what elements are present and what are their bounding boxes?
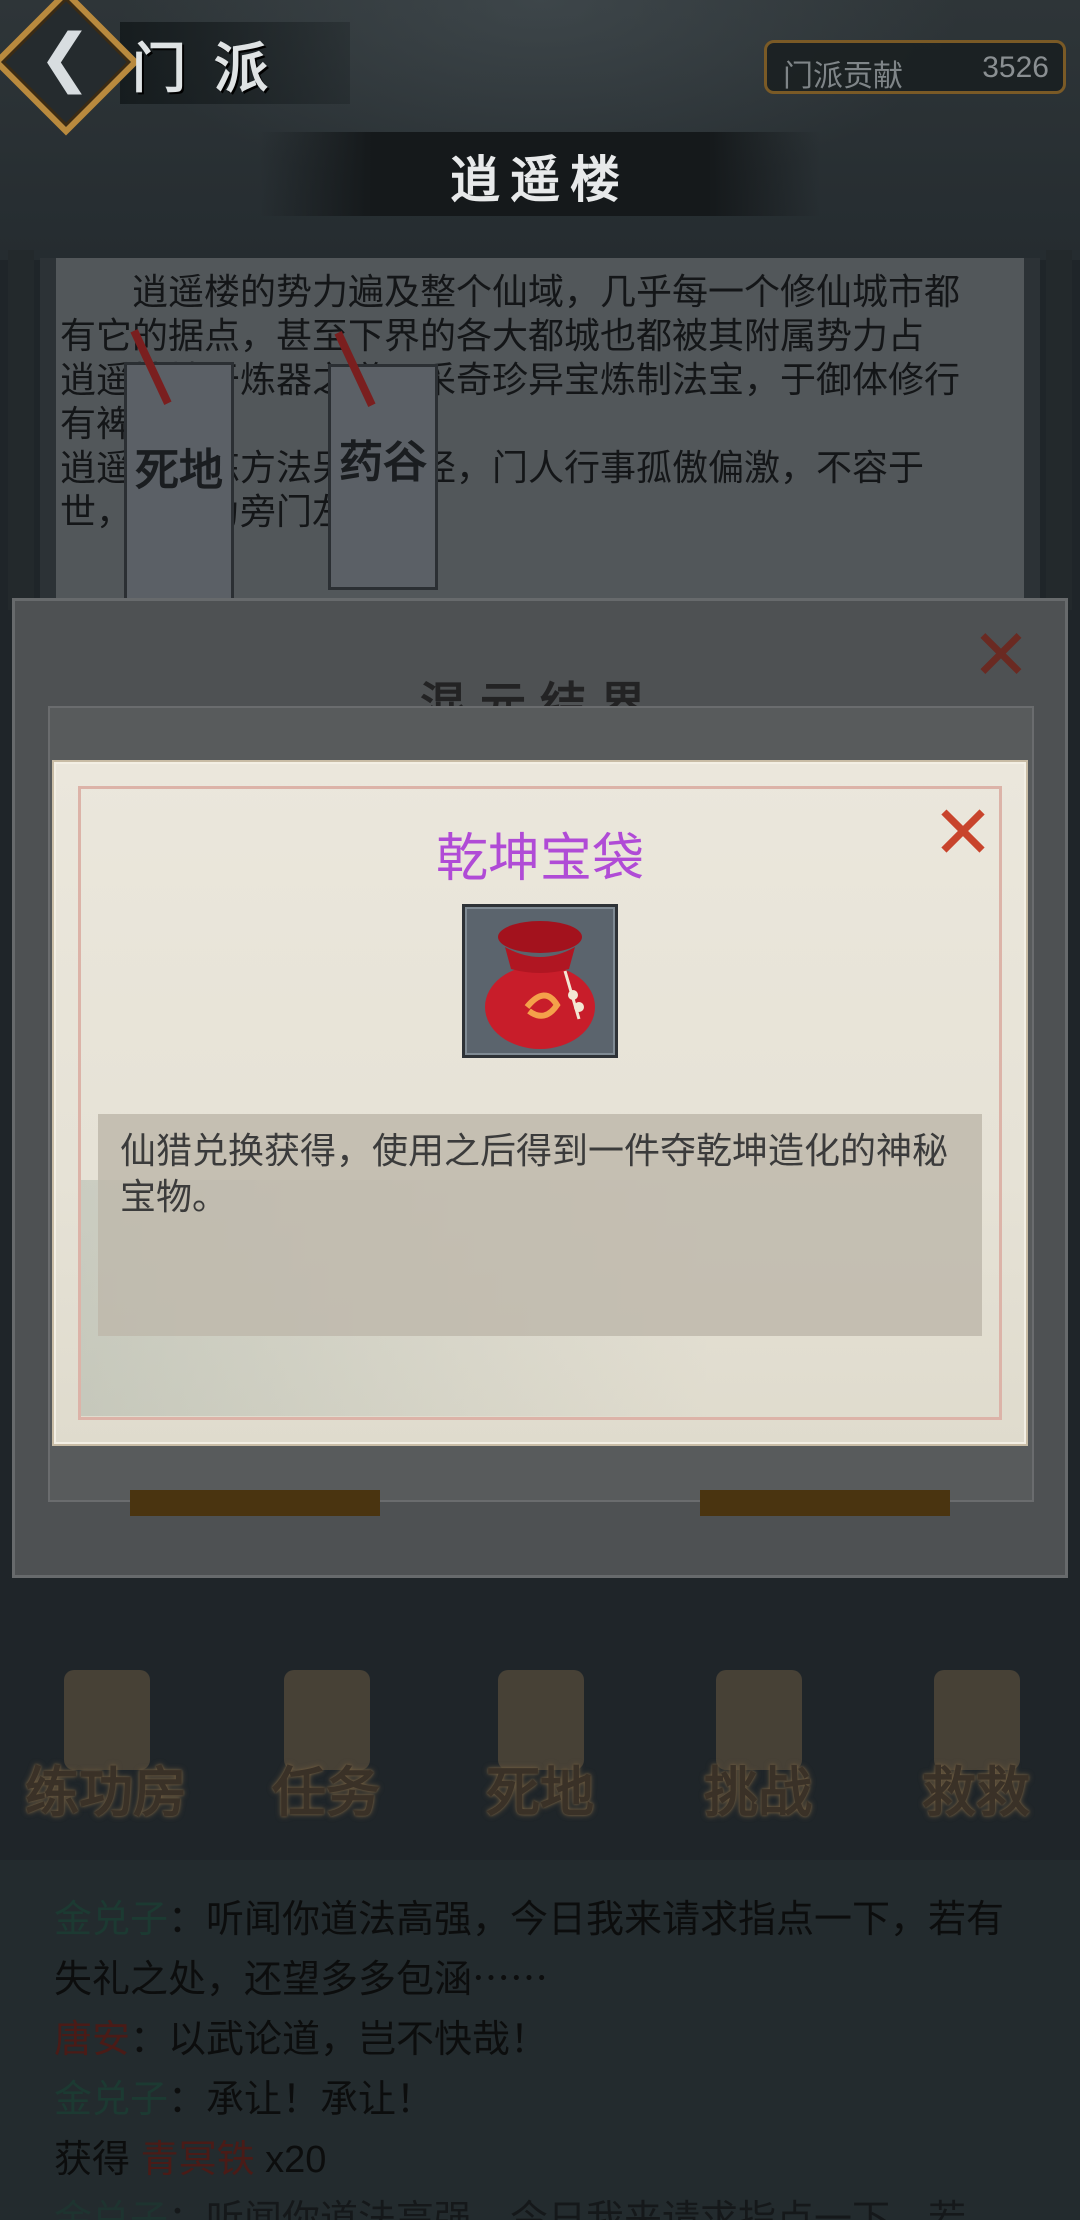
tag-label: 药谷 xyxy=(339,437,427,488)
log-line: 唐安：以武论道，岂不快哉！ xyxy=(54,2010,1024,2070)
close-icon[interactable]: ✕ xyxy=(928,796,998,870)
nav-item-rescue[interactable]: 救救 xyxy=(876,1660,1076,1830)
red-pouch-icon xyxy=(485,921,595,1049)
nav-label: 练功房 xyxy=(25,1760,187,1824)
nav-item-challenge[interactable]: 挑战 xyxy=(658,1660,858,1830)
item-icon-slot xyxy=(462,904,618,1058)
log-text: 听闻你道法高强，今日我来请求指点一下，若 xyxy=(206,2199,967,2220)
contribution-value: 3526 xyxy=(982,51,1049,84)
log-text: 以武论道，岂不快哉！ xyxy=(168,2019,549,2061)
sect-name: 逍遥楼 xyxy=(450,150,630,209)
item-name: 乾坤宝袋 xyxy=(435,830,644,888)
log-line: 金兑子：听闻你道法高强，今日我来请求指点一下，若 xyxy=(54,2190,1024,2220)
log-separator: ： xyxy=(168,1899,207,1941)
log-speaker: 金兑子 xyxy=(54,1899,169,1941)
log-speaker: 金兑子 xyxy=(54,2079,169,2121)
nav-item-training-hall[interactable]: 练功房 xyxy=(6,1660,206,1830)
log-speaker: 唐安 xyxy=(54,2019,131,2061)
contribution-display: 门派贡献 3526 xyxy=(764,40,1066,94)
nav-item-tasks[interactable]: 任务 xyxy=(226,1660,426,1830)
nav-label: 挑战 xyxy=(704,1760,812,1824)
contribution-label: 门派贡献 xyxy=(783,60,903,93)
log-line: 金兑子：听闻你道法高强，今日我来请求指点一下，若有失礼之处，还望多多包涵⋯⋯ xyxy=(54,1890,1024,2010)
battle-log: 金兑子：听闻你道法高强，今日我来请求指点一下，若有失礼之处，还望多多包涵⋯⋯ 唐… xyxy=(54,1890,1024,2220)
scroll-rod-right xyxy=(1046,250,1072,610)
log-speaker: 金兑子 xyxy=(54,2199,169,2220)
scroll-rod-left xyxy=(8,250,34,610)
close-icon[interactable]: ✕ xyxy=(968,620,1034,690)
log-separator: ： xyxy=(168,2079,207,2121)
nav-label: 死地 xyxy=(486,1760,594,1824)
log-suffix: x20 xyxy=(254,2139,327,2181)
log-prefix: 获得 xyxy=(54,2139,141,2181)
dialog-button[interactable] xyxy=(700,1490,950,1516)
nav-label: 救救 xyxy=(922,1760,1030,1824)
tag-medicine-valley[interactable]: 药谷 xyxy=(328,331,438,590)
log-item: 青冥铁 xyxy=(140,2139,255,2181)
nav-item-death-land[interactable]: 死地 xyxy=(440,1660,640,1830)
log-line: 金兑子：承让！承让！ xyxy=(54,2070,1024,2130)
dialog-button[interactable] xyxy=(130,1490,380,1516)
sect-banner: 逍遥楼 xyxy=(260,132,820,216)
item-description: 仙猎兑换获得，使用之后得到一件夺乾坤造化的神秘宝物。 xyxy=(120,1130,949,1217)
header-bar: ❮ 门派 门派贡献 3526 xyxy=(0,0,1080,136)
nav-label: 任务 xyxy=(272,1760,380,1824)
log-text: 承让！承让！ xyxy=(206,2079,435,2121)
tag-label: 死地 xyxy=(135,445,223,496)
log-separator: ： xyxy=(130,2019,169,2061)
log-line: 获得 青冥铁 x20 xyxy=(54,2130,1024,2190)
page-title: 门派 xyxy=(132,36,296,100)
back-arrow-icon[interactable]: ❮ xyxy=(38,26,92,90)
log-separator: ： xyxy=(168,2199,207,2220)
